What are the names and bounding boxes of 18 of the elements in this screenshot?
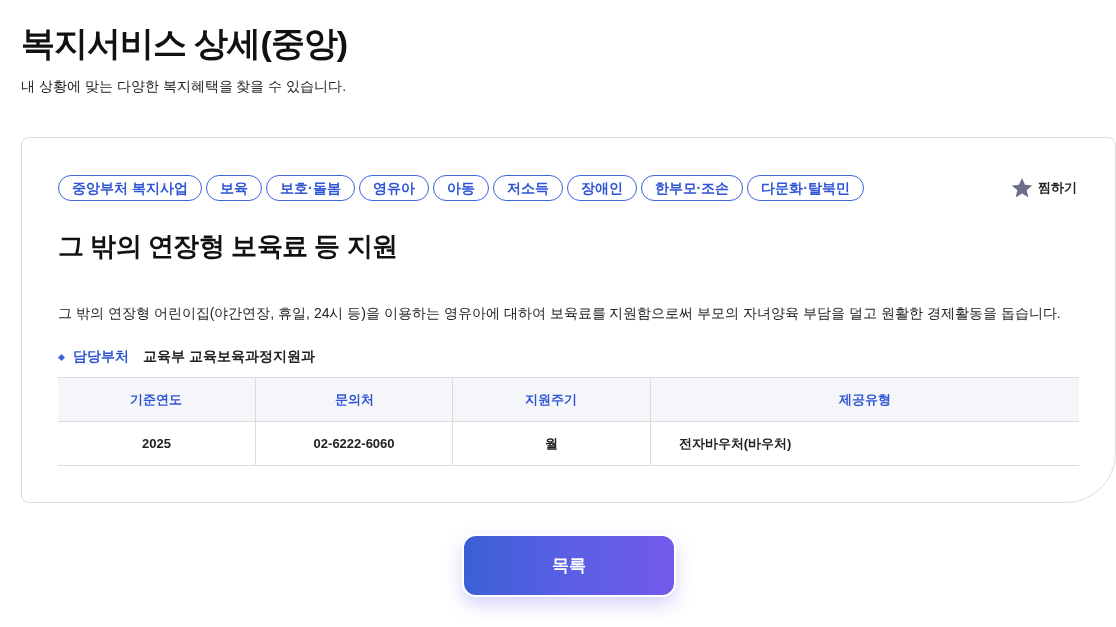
bullet-icon xyxy=(57,353,66,361)
table-cell: 전자바우처(바우처) xyxy=(650,421,1079,466)
department-value: 교육부 교육보육과정지원과 xyxy=(143,348,315,366)
table-cell: 02-6222-6060 xyxy=(255,421,453,466)
column-header: 제공유형 xyxy=(650,377,1079,422)
table-cell: 월 xyxy=(452,421,651,466)
star-icon xyxy=(1011,177,1033,199)
column-header: 지원주기 xyxy=(452,377,651,422)
column-header: 문의처 xyxy=(255,377,453,422)
service-description: 그 밖의 연장형 어린이집(야간연장, 휴일, 24시 등)을 이용하는 영유아에 대하여 보육료를 지원함으로써 부모의 자녀양육 부담을 덜고 원활한 경제활동을 돕습니다. xyxy=(58,304,1062,323)
table-cell: 2025 xyxy=(58,421,256,466)
department-label: 담당부처 xyxy=(73,348,129,366)
service-title: 그 밖의 연장형 보육료 등 지원 xyxy=(58,230,398,263)
page-subtitle: 내 상황에 맞는 다양한 복지혜택을 찾을 수 있습니다. xyxy=(21,77,347,96)
page-title: 복지서비스 상세(중앙) xyxy=(21,23,348,64)
favorite-button[interactable]: 찜하기 xyxy=(1011,177,1077,199)
list-button[interactable]: 목록 xyxy=(461,534,676,597)
column-header: 기준연도 xyxy=(58,377,256,422)
